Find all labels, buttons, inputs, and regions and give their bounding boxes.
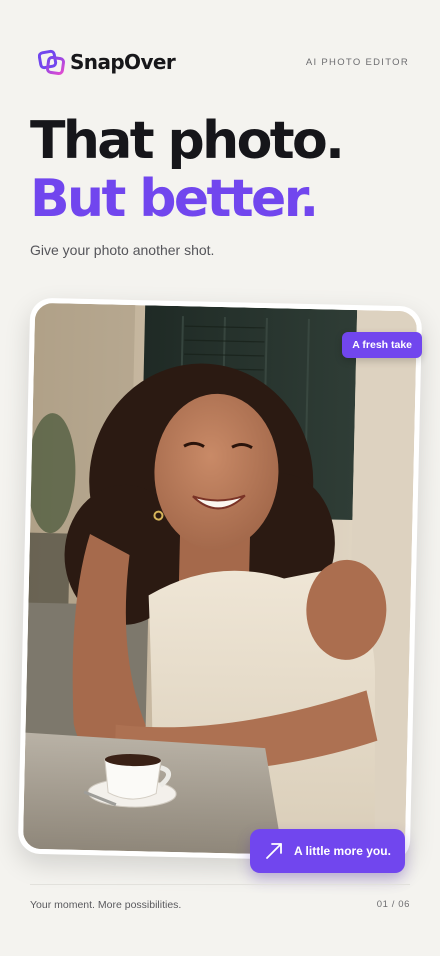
hero-subtitle: Give your photo another shot.	[30, 242, 215, 258]
page-indicator: 01 / 06	[376, 899, 410, 910]
footer-divider	[30, 884, 410, 885]
photo-image	[22, 302, 418, 858]
woman-cafe-photo	[22, 302, 418, 858]
little-more-you-label: A little more you.	[294, 844, 391, 858]
arrow-up-right-icon	[266, 843, 282, 859]
headline-line-1: That photo.	[30, 111, 345, 171]
photo-card[interactable]	[17, 297, 423, 863]
brand-tagline: AI PHOTO EDITOR	[305, 57, 409, 68]
little-more-you-button[interactable]: A little more you.	[250, 829, 405, 873]
fresh-take-badge: A fresh take	[342, 332, 422, 358]
stacked-squares-logo-icon	[38, 49, 66, 76]
footer-caption: Your moment. More possibilities.	[30, 899, 182, 911]
brand: SnapOver	[38, 48, 176, 76]
hero-headline: That photo. But better.	[30, 111, 345, 229]
brand-name: SnapOver	[70, 50, 176, 74]
headline-line-2: But better.	[30, 169, 319, 229]
